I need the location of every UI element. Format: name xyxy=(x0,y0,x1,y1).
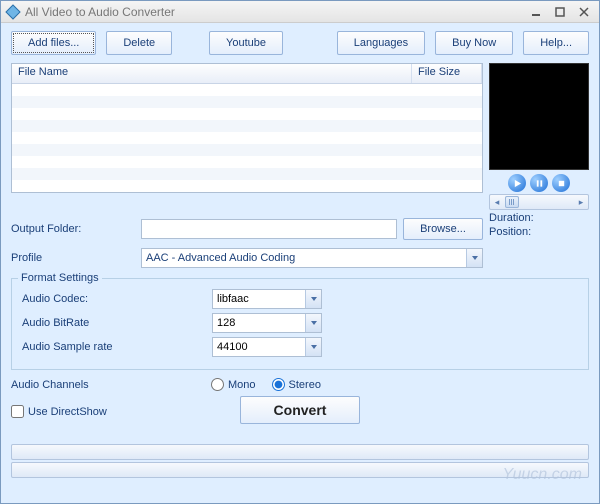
profile-label: Profile xyxy=(11,252,141,264)
progress-bar-2 xyxy=(11,462,589,478)
add-files-button[interactable]: Add files... xyxy=(11,31,96,55)
chevron-down-icon xyxy=(466,249,482,267)
toolbar: Add files... Delete Youtube Languages Bu… xyxy=(11,31,589,55)
titlebar: All Video to Audio Converter xyxy=(1,1,599,23)
app-icon xyxy=(5,4,21,20)
audio-sample-rate-label: Audio Sample rate xyxy=(22,341,212,353)
audio-codec-select[interactable]: libfaac xyxy=(212,289,322,309)
profile-select[interactable]: AAC - Advanced Audio Coding xyxy=(141,248,483,268)
play-button[interactable] xyxy=(508,174,526,192)
mono-radio[interactable]: Mono xyxy=(211,378,256,391)
delete-button[interactable]: Delete xyxy=(106,31,172,55)
format-settings-legend: Format Settings xyxy=(18,272,102,284)
stop-button[interactable] xyxy=(552,174,570,192)
languages-button[interactable]: Languages xyxy=(337,31,425,55)
stereo-radio[interactable]: Stereo xyxy=(272,378,321,391)
maximize-button[interactable] xyxy=(549,3,571,20)
pause-button[interactable] xyxy=(530,174,548,192)
position-label: Position: xyxy=(489,226,589,238)
buy-now-button[interactable]: Buy Now xyxy=(435,31,513,55)
seek-left-icon[interactable]: ◂ xyxy=(490,197,504,208)
audio-bitrate-label: Audio BitRate xyxy=(22,317,212,329)
seek-right-icon[interactable]: ▸ xyxy=(574,197,588,208)
close-button[interactable] xyxy=(573,3,595,20)
profile-value: AAC - Advanced Audio Coding xyxy=(142,252,466,264)
window-title: All Video to Audio Converter xyxy=(25,5,523,19)
chevron-down-icon xyxy=(305,338,321,356)
browse-button[interactable]: Browse... xyxy=(403,218,483,240)
audio-bitrate-select[interactable]: 128 xyxy=(212,313,322,333)
duration-label: Duration: xyxy=(489,212,589,224)
chevron-down-icon xyxy=(305,290,321,308)
column-file-size[interactable]: File Size xyxy=(412,64,482,83)
output-folder-input[interactable] xyxy=(141,219,397,239)
file-list[interactable]: File Name File Size xyxy=(11,63,483,193)
seek-thumb[interactable] xyxy=(505,196,519,208)
help-button[interactable]: Help... xyxy=(523,31,589,55)
chevron-down-icon xyxy=(305,314,321,332)
audio-sample-rate-select[interactable]: 44100 xyxy=(212,337,322,357)
convert-button[interactable]: Convert xyxy=(240,396,360,424)
preview-screen xyxy=(489,63,589,170)
minimize-button[interactable] xyxy=(525,3,547,20)
output-folder-label: Output Folder: xyxy=(11,223,141,235)
progress-bar-1 xyxy=(11,444,589,460)
seek-bar[interactable]: ◂ ▸ xyxy=(489,194,589,210)
format-settings-group: Format Settings Audio Codec: libfaac Aud… xyxy=(11,278,589,370)
audio-codec-label: Audio Codec: xyxy=(22,293,212,305)
column-file-name[interactable]: File Name xyxy=(12,64,412,83)
youtube-button[interactable]: Youtube xyxy=(209,31,283,55)
audio-channels-label: Audio Channels xyxy=(11,379,211,391)
file-list-rows[interactable] xyxy=(12,84,482,192)
